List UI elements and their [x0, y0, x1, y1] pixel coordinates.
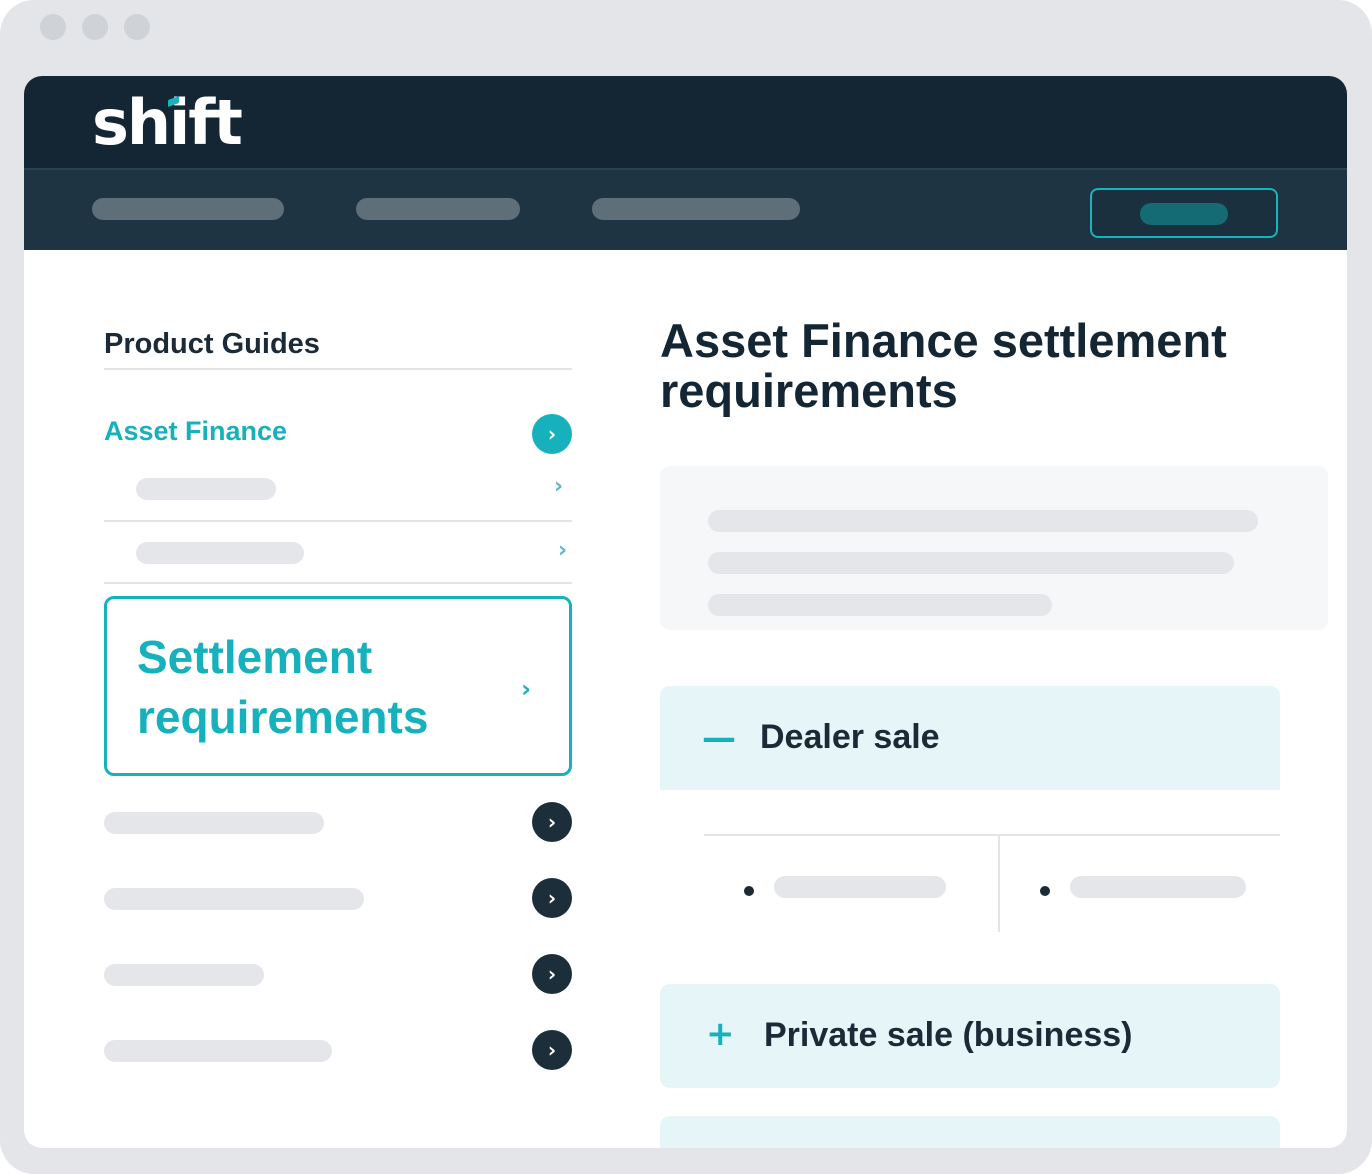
chevron-right-icon[interactable]: › — [532, 414, 572, 454]
accordion-next-partial[interactable] — [660, 1116, 1280, 1148]
sidebar-item-placeholder-3[interactable] — [104, 964, 264, 986]
accordion-content-divider — [704, 834, 1280, 836]
top-navigation — [24, 168, 1347, 250]
column-divider — [998, 836, 1000, 932]
nav-item-placeholder-1[interactable] — [92, 198, 284, 220]
accordion-label: Private sale (business) — [764, 1016, 1133, 1054]
nav-action-button-label-placeholder — [1140, 203, 1228, 225]
sub-item-placeholder-1[interactable] — [136, 478, 276, 500]
chevron-right-icon[interactable]: › — [554, 476, 563, 498]
sidebar-item-placeholder-1[interactable] — [104, 812, 324, 834]
sub-item-placeholder-2[interactable] — [136, 542, 304, 564]
summary-card — [660, 466, 1328, 630]
chevron-right-icon[interactable]: › — [532, 1030, 572, 1070]
bullet-icon — [744, 886, 754, 896]
settlement-requirements-label: Settlement requirements — [137, 631, 429, 743]
sidebar-divider — [104, 582, 572, 584]
nav-item-placeholder-2[interactable] — [356, 198, 520, 220]
page-title: Asset Finance settlement requirements — [660, 314, 1227, 417]
chevron-right-icon[interactable]: › — [558, 540, 567, 562]
sidebar-divider — [104, 520, 572, 522]
sidebar-title-divider — [104, 368, 572, 370]
nav-action-button[interactable] — [1090, 188, 1278, 238]
bullet-icon — [1040, 886, 1050, 896]
bullet-text-placeholder-1 — [774, 876, 946, 898]
sidebar-item-placeholder-4[interactable] — [104, 1040, 332, 1062]
browser-frame: shift Product Guides Asset Finance › › ›… — [0, 0, 1372, 1174]
summary-line-placeholder-3 — [708, 594, 1052, 616]
minus-icon: — — [702, 718, 736, 758]
window-maximize-dot[interactable] — [124, 14, 150, 40]
summary-line-placeholder-2 — [708, 552, 1234, 574]
shift-logo[interactable]: shift — [92, 86, 243, 160]
window-close-dot[interactable] — [40, 14, 66, 40]
sidebar-item-placeholder-2[interactable] — [104, 888, 364, 910]
plus-icon: + — [706, 1014, 735, 1054]
app-window: shift Product Guides Asset Finance › › ›… — [24, 76, 1347, 1148]
sidebar-title: Product Guides — [104, 328, 320, 360]
accordion-private-sale-business[interactable]: + Private sale (business) — [660, 984, 1280, 1088]
sidebar-item-asset-finance[interactable]: Asset Finance — [104, 416, 287, 447]
accordion-label: Dealer sale — [760, 718, 940, 756]
bullet-text-placeholder-2 — [1070, 876, 1246, 898]
chevron-right-icon[interactable]: › — [532, 954, 572, 994]
accordion-dealer-sale[interactable]: — Dealer sale — [660, 686, 1280, 790]
sidebar-item-settlement-requirements[interactable]: Settlement requirements › — [104, 596, 572, 776]
header-bar: shift — [24, 76, 1347, 168]
window-minimize-dot[interactable] — [82, 14, 108, 40]
nav-item-placeholder-3[interactable] — [592, 198, 800, 220]
chevron-right-icon[interactable]: › — [532, 802, 572, 842]
chevron-right-icon: › — [521, 675, 531, 703]
chevron-right-icon[interactable]: › — [532, 878, 572, 918]
summary-line-placeholder-1 — [708, 510, 1258, 532]
